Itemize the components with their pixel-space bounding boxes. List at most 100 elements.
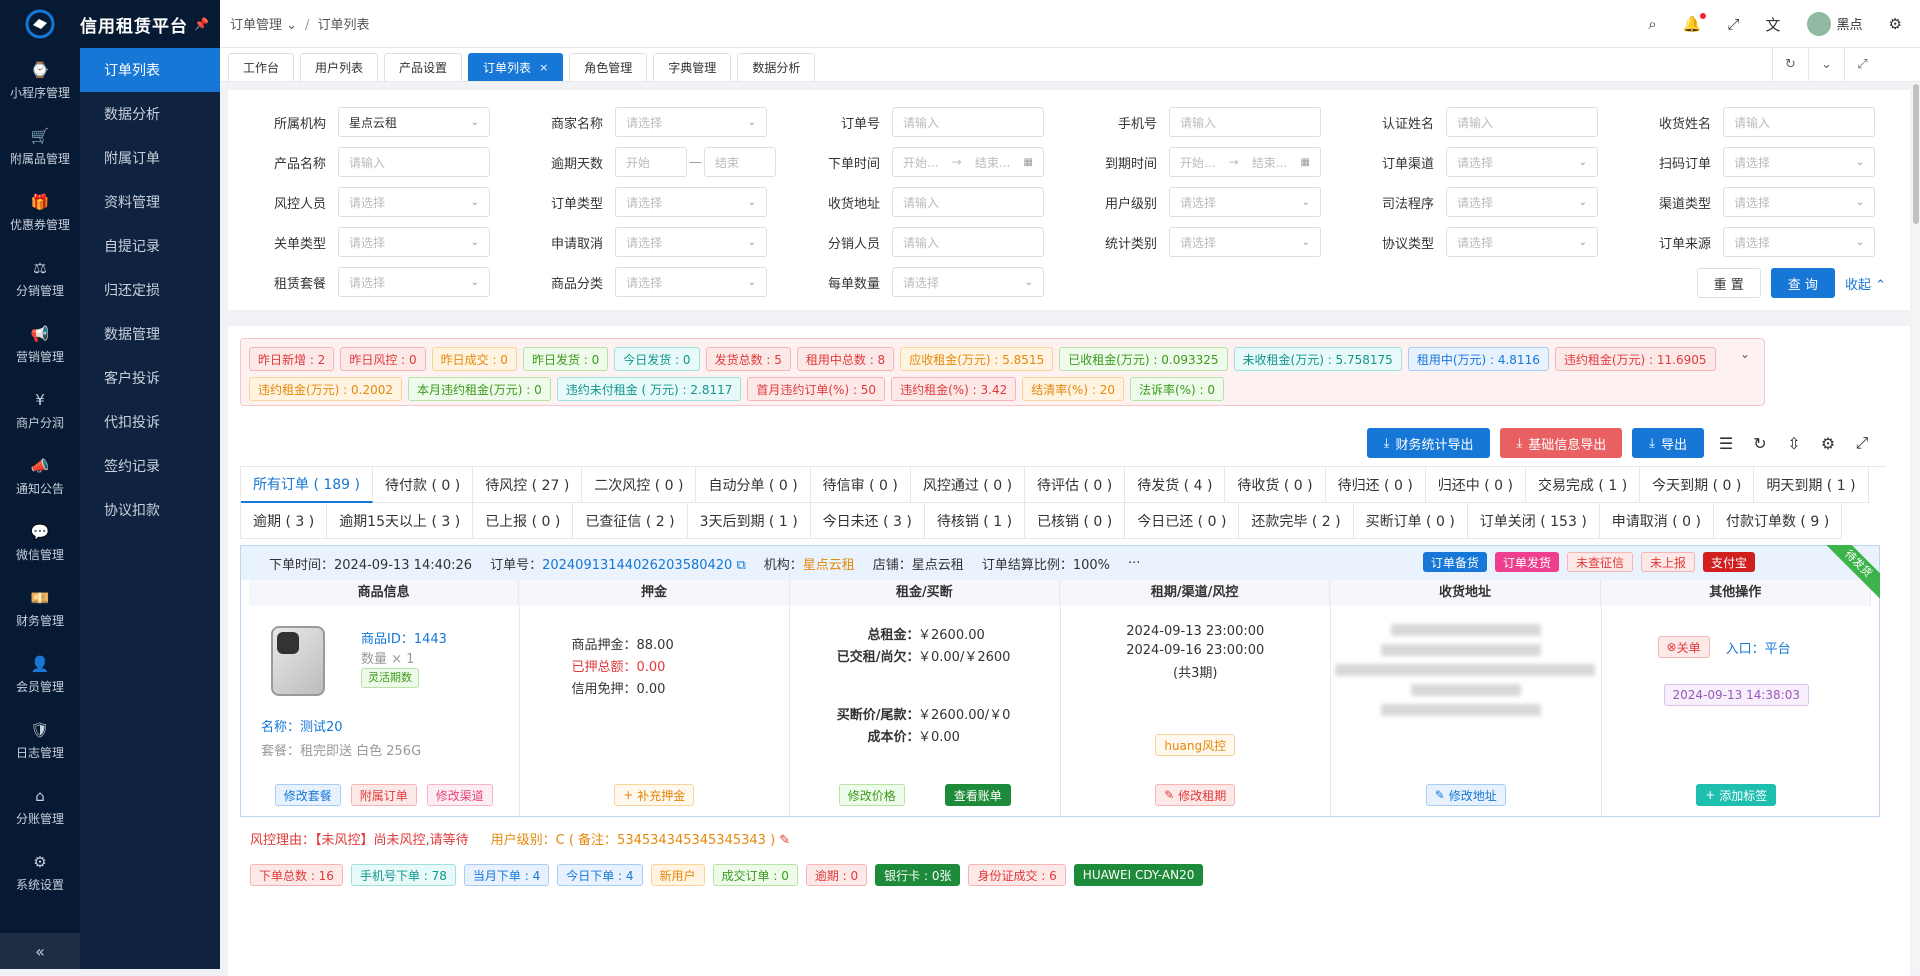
filter-select[interactable]: 请选择 ⌄ (615, 187, 767, 217)
breadcrumb-parent[interactable]: 订单管理 (230, 18, 282, 33)
sub-order-button[interactable]: 附属订单 (350, 784, 417, 806)
filter-input[interactable]: 请输入 (892, 107, 1044, 137)
submenu-item[interactable]: 数据管理 (80, 312, 220, 356)
filter-select[interactable]: 请选择 ⌄ (1723, 187, 1875, 217)
order-tab[interactable]: 风控通过 ( 0 ) (910, 467, 1026, 503)
order-tab[interactable]: 待收货 ( 0 ) (1225, 467, 1326, 503)
chevron-down-icon[interactable]: ⌄ (1740, 347, 1750, 361)
filter-select[interactable]: 请选择 ⌄ (1723, 227, 1875, 257)
order-tab[interactable]: 所有订单 ( 189 ) (241, 467, 373, 503)
order-tab[interactable]: 3天后到期 ( 1 ) (687, 503, 811, 539)
filter-select[interactable]: 请选择 ⌄ (615, 107, 767, 137)
submenu-item[interactable]: 协议扣款 (80, 488, 220, 532)
reset-button[interactable]: 重 置 (1696, 268, 1761, 298)
filter-select[interactable]: 请选择 ⌄ (338, 187, 490, 217)
order-tab[interactable]: 交易完成 ( 1 ) (1525, 467, 1641, 503)
order-tab[interactable]: 归还中 ( 0 ) (1425, 467, 1526, 503)
order-tab[interactable]: 二次风控 ( 0 ) (582, 467, 697, 503)
submenu-item[interactable]: 客户投诉 (80, 356, 220, 400)
filter-select[interactable]: 请选择 ⌄ (892, 267, 1044, 297)
rail-item[interactable]: 💬 微信管理 (0, 510, 80, 576)
bell-icon[interactable]: 🔔 (1683, 13, 1706, 33)
order-tab[interactable]: 买断订单 ( 0 ) (1353, 503, 1468, 539)
order-tab[interactable]: 逾期15天以上 ( 3 ) (327, 503, 474, 539)
product-name-value[interactable]: 测试20 (300, 720, 343, 735)
add-tag-button[interactable]: + 添加标签 (1696, 784, 1777, 806)
order-tab[interactable]: 付款订单数 ( 9 ) (1713, 503, 1843, 539)
finance-export-button[interactable]: ⤓ 财务统计导出 (1366, 428, 1491, 458)
rail-item[interactable]: 🛡 日志管理 (0, 708, 80, 774)
order-tab[interactable]: 申请取消 ( 0 ) (1599, 503, 1714, 539)
translate-icon[interactable]: 文 (1766, 14, 1781, 35)
filter-select[interactable]: 请选择 ⌄ (338, 267, 490, 297)
submenu-item[interactable]: 数据分析 (80, 92, 220, 136)
edit-address-button[interactable]: ✎ 修改地址 (1425, 784, 1506, 806)
rail-item[interactable]: ⌂ 分账管理 (0, 774, 80, 840)
range-start[interactable]: 开始 (615, 147, 687, 177)
filter-select[interactable]: 请选择 ⌄ (615, 267, 767, 297)
rail-item[interactable]: ⚖ 分销管理 (0, 246, 80, 312)
tab-item[interactable]: 订单列表 × (468, 53, 564, 81)
order-tab[interactable]: 待风控 ( 27 ) (473, 467, 583, 503)
order-tab[interactable]: 已上报 ( 0 ) (473, 503, 574, 539)
order-tab[interactable]: 今天到期 ( 0 ) (1640, 467, 1755, 503)
view-bill-button[interactable]: 查看账单 (944, 784, 1011, 806)
order-tab[interactable]: 待付款 ( 0 ) (373, 467, 474, 503)
fullscreen-icon[interactable]: ⤢ (1728, 15, 1740, 33)
order-tab[interactable]: 已查征信 ( 2 ) (573, 503, 688, 539)
submenu-item[interactable]: 代扣投诉 (80, 400, 220, 444)
query-button[interactable]: 查 询 (1770, 268, 1835, 298)
edit-period-button[interactable]: ✎ 修改租期 (1155, 784, 1236, 806)
tab-item[interactable]: 工作台 (228, 53, 295, 81)
order-tab[interactable]: 已核销 ( 0 ) (1025, 503, 1126, 539)
filter-select[interactable]: 请选择 ⌄ (338, 227, 490, 257)
submenu-item[interactable]: 订单列表 (80, 48, 220, 92)
rail-item[interactable]: ⌚ 小程序管理 (0, 48, 80, 114)
edit-icon[interactable]: ✎ (779, 833, 790, 848)
filter-select[interactable]: 请选择 ⌄ (1446, 147, 1598, 177)
close-icon[interactable]: × (539, 61, 548, 74)
rail-item[interactable]: 📣 通知公告 (0, 444, 80, 510)
chevron-down-icon[interactable]: ⌄ (1808, 48, 1844, 82)
edit-channel-button[interactable]: 修改渠道 (426, 784, 493, 806)
tab-item[interactable]: 产品设置 (384, 53, 463, 81)
filter-select[interactable]: 请选择 ⌄ (1169, 227, 1321, 257)
collapse-sidebar-icon[interactable]: « (0, 933, 80, 969)
product-id[interactable]: 商品ID：1443 (361, 628, 447, 647)
rail-item[interactable]: 🎁 优惠券管理 (0, 180, 80, 246)
order-tab[interactable]: 订单关闭 ( 153 ) (1467, 503, 1600, 539)
tab-item[interactable]: 用户列表 (300, 53, 379, 81)
order-tab[interactable]: 今日未还 ( 3 ) (810, 503, 925, 539)
order-tab[interactable]: 待发货 ( 4 ) (1125, 467, 1226, 503)
search-icon[interactable]: ⌕ (1648, 15, 1656, 33)
user-menu[interactable]: 黑点 (1806, 12, 1863, 36)
order-tab[interactable]: 明天到期 ( 1 ) (1754, 467, 1869, 503)
order-tab[interactable]: 待核销 ( 1 ) (924, 503, 1026, 539)
filter-input[interactable]: 请输入 (1169, 107, 1321, 137)
order-tab[interactable]: 待归还 ( 0 ) (1325, 467, 1426, 503)
date-range-picker[interactable]: 开始... → 结束... ▦ (892, 147, 1044, 177)
edit-package-button[interactable]: 修改套餐 (274, 784, 341, 806)
collapse-link[interactable]: 收起 ⌃ (1845, 274, 1886, 293)
refresh-icon[interactable]: ↻ (1748, 434, 1772, 453)
maximize-icon[interactable]: ⤢ (1844, 48, 1880, 82)
filter-select[interactable]: 请选择 ⌄ (1169, 187, 1321, 217)
filter-select[interactable]: 请选择 ⌄ (1446, 187, 1598, 217)
filter-input[interactable]: 请输入 (892, 187, 1044, 217)
pin-icon[interactable]: 📌 (194, 17, 210, 31)
tab-item[interactable]: 角色管理 (569, 53, 648, 81)
range-end[interactable]: 结束 (704, 147, 776, 177)
add-deposit-button[interactable]: + 补充押金 (614, 784, 695, 806)
basic-export-button[interactable]: ⤓ 基础信息导出 (1500, 428, 1623, 458)
submenu-item[interactable]: 自提记录 (80, 224, 220, 268)
order-tab[interactable]: 自动分单 ( 0 ) (696, 467, 811, 503)
filter-input[interactable]: 请输入 (892, 227, 1044, 257)
copy-icon[interactable]: ⧉ (736, 558, 745, 573)
order-id[interactable]: 20240913144026203580420 (542, 558, 732, 573)
filter-select[interactable]: 请选择 ⌄ (615, 227, 767, 257)
tab-item[interactable]: 字典管理 (653, 53, 732, 81)
filter-select[interactable]: 星点云租 ⌄ (338, 107, 490, 137)
filter-input[interactable]: 请输入 (338, 147, 490, 177)
more-icon[interactable]: ··· (1128, 556, 1140, 571)
rail-item[interactable]: ⚙ 系统设置 (0, 840, 80, 906)
